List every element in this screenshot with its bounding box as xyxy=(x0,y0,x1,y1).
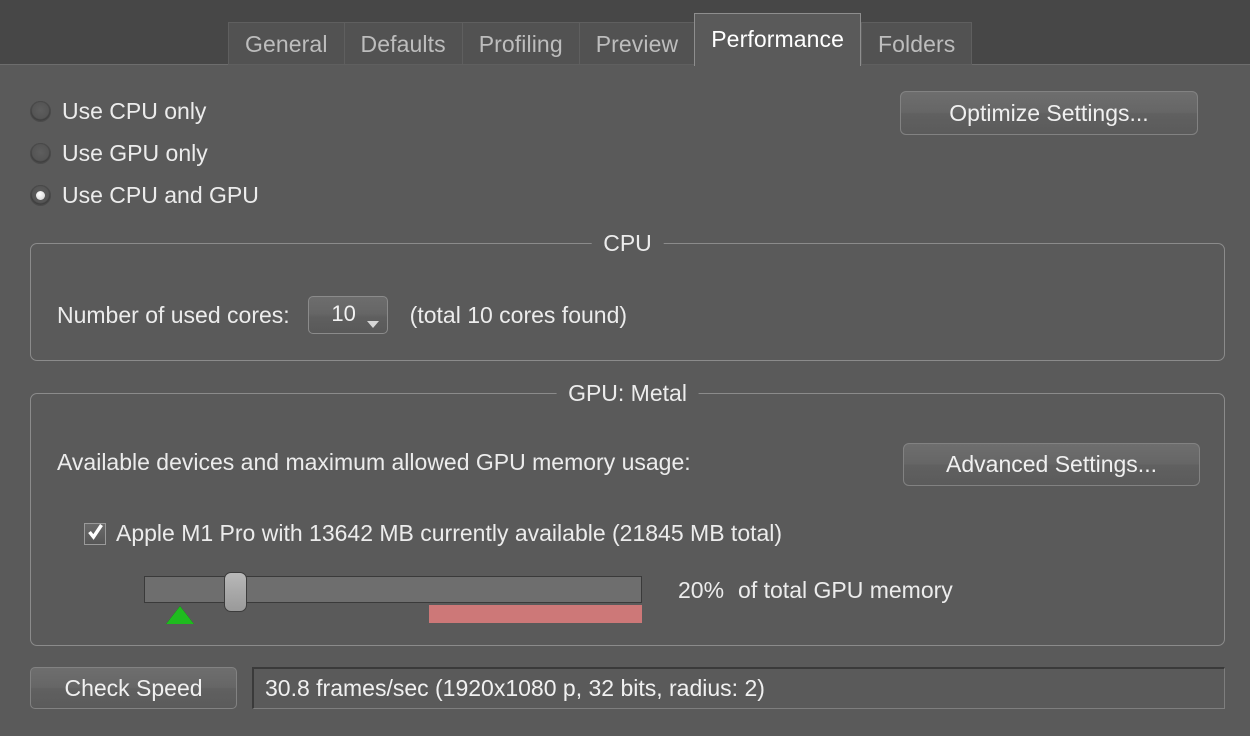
tab-strip: General Defaults Profiling Preview Perfo… xyxy=(228,13,973,66)
radio-label-use-cpu-only: Use CPU only xyxy=(62,97,207,124)
check-speed-button[interactable]: Check Speed xyxy=(30,667,237,709)
advanced-settings-button[interactable]: Advanced Settings... xyxy=(903,443,1200,486)
radio-icon-selected xyxy=(30,184,51,206)
chevron-down-icon xyxy=(366,321,379,328)
radio-icon xyxy=(30,142,51,164)
tab-defaults[interactable]: Defaults xyxy=(343,22,462,65)
slider-handle[interactable] xyxy=(224,572,247,612)
slider-recommended-marker-icon xyxy=(166,606,194,624)
tab-folders[interactable]: Folders xyxy=(861,22,973,65)
optimize-settings-button[interactable]: Optimize Settings... xyxy=(900,91,1198,135)
cpu-group-box: CPU Number of used cores: 10 (total 10 c… xyxy=(30,230,1225,361)
gpu-device-row[interactable]: Apple M1 Pro with 13642 MB currently ava… xyxy=(84,520,782,547)
tab-preview[interactable]: Preview xyxy=(578,22,695,65)
gpu-memory-slider-row: 20% of total GPU memory xyxy=(144,572,1204,628)
cpu-cores-total-text: (total 10 cores found) xyxy=(409,301,628,328)
slider-warning-range-bar xyxy=(429,605,642,623)
preferences-window: General Defaults Profiling Preview Perfo… xyxy=(0,0,1250,736)
radio-use-gpu-only[interactable]: Use GPU only xyxy=(30,140,208,166)
radio-icon xyxy=(30,100,51,122)
radio-use-cpu-and-gpu[interactable]: Use CPU and GPU xyxy=(30,182,259,208)
cpu-cores-label: Number of used cores: xyxy=(57,301,290,328)
tab-performance[interactable]: Performance xyxy=(694,13,862,66)
cpu-cores-dropdown[interactable]: 10 xyxy=(307,296,388,334)
cpu-cores-row: Number of used cores: 10 (total 10 cores… xyxy=(57,296,627,334)
gpu-memory-slider[interactable] xyxy=(144,572,642,612)
performance-panel: Use CPU only Use GPU only Use CPU and GP… xyxy=(0,65,1250,736)
radio-label-use-cpu-and-gpu: Use CPU and GPU xyxy=(62,181,259,208)
gpu-description: Available devices and maximum allowed GP… xyxy=(57,449,691,475)
speed-result-field[interactable]: 30.8 frames/sec (1920x1080 p, 32 bits, r… xyxy=(252,667,1225,709)
checkmark-icon xyxy=(88,523,103,540)
cpu-group-legend: CPU xyxy=(591,230,664,256)
gpu-memory-percent: 20% xyxy=(678,577,725,603)
gpu-memory-caption: 20% of total GPU memory xyxy=(678,577,953,604)
tab-general[interactable]: General xyxy=(228,22,344,65)
tab-bar: General Defaults Profiling Preview Perfo… xyxy=(0,0,1250,66)
gpu-memory-caption-text: of total GPU memory xyxy=(738,577,953,603)
tab-profiling[interactable]: Profiling xyxy=(461,22,579,65)
radio-use-cpu-only[interactable]: Use CPU only xyxy=(30,98,206,124)
cpu-cores-value: 10 xyxy=(331,301,356,326)
gpu-group-legend: GPU: Metal xyxy=(556,380,699,406)
radio-label-use-gpu-only: Use GPU only xyxy=(62,139,208,166)
gpu-group-box: GPU: Metal Available devices and maximum… xyxy=(30,380,1225,646)
gpu-device-label: Apple M1 Pro with 13642 MB currently ava… xyxy=(116,520,783,546)
gpu-device-checkbox[interactable] xyxy=(84,522,106,545)
